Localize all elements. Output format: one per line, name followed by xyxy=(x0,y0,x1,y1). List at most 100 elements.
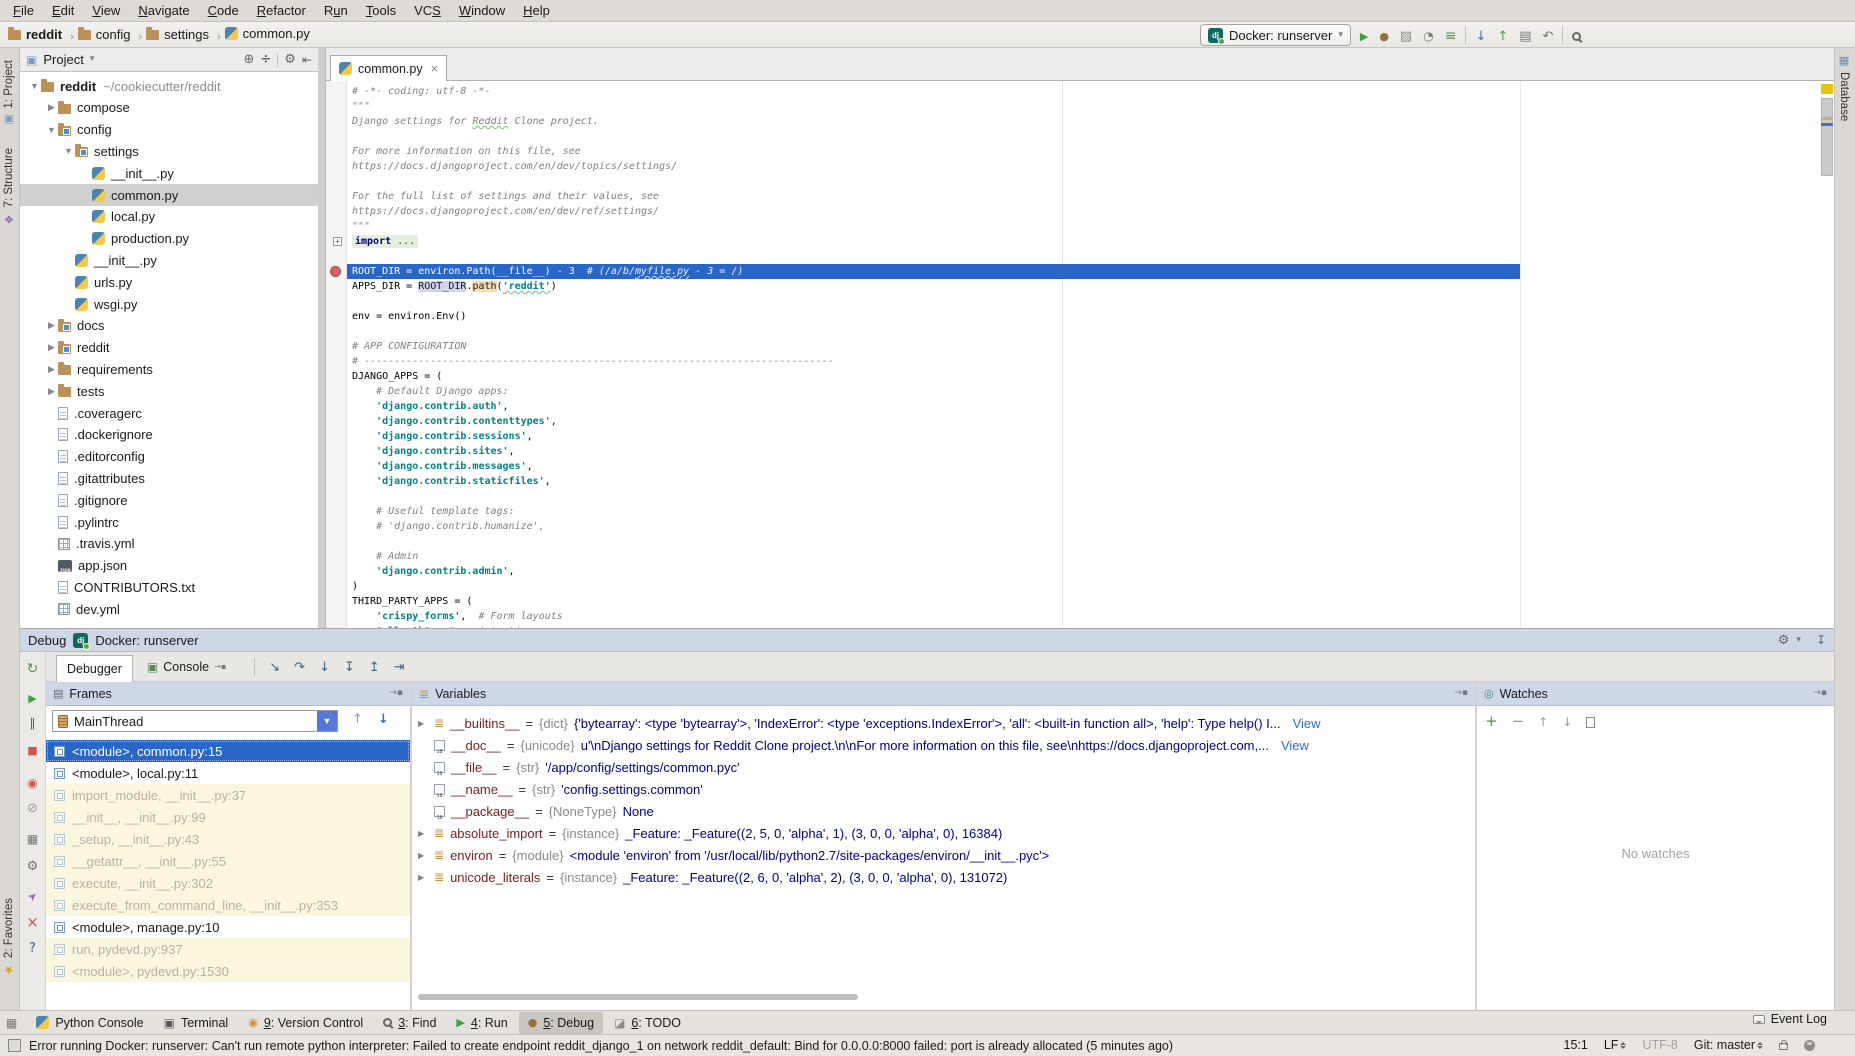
step-out-icon[interactable]: ↥ xyxy=(369,659,380,674)
tool-strip-button-1-project[interactable]: ▣1: Project xyxy=(3,60,15,127)
force-step-into-icon[interactable]: ↧ xyxy=(344,659,355,674)
variable-row-__doc__[interactable]: __doc__={unicode}u'\nDjango settings for… xyxy=(412,734,1475,756)
collapse-all-icon[interactable]: ÷ xyxy=(260,53,271,66)
tree-item-dev-yml[interactable]: dev.yml xyxy=(20,598,318,620)
tab-common-py[interactable]: common.py × xyxy=(330,55,447,81)
settings-icon[interactable]: ⚙ xyxy=(1778,634,1790,647)
breadcrumb-item-config[interactable]: config xyxy=(78,27,131,42)
menu-view[interactable]: View xyxy=(83,3,129,18)
tool-strip-button-7-structure[interactable]: ❖7: Structure xyxy=(3,148,15,225)
frame-row[interactable]: <module>, manage.py:10 xyxy=(46,916,410,938)
menu-file[interactable]: File xyxy=(4,3,43,18)
thread-selector[interactable]: MainThread ▼ xyxy=(52,710,338,732)
frame-row[interactable]: execute_from_command_line, __init__.py:3… xyxy=(46,894,410,916)
tree-item-wsgi-py[interactable]: wsgi.py xyxy=(20,293,318,315)
expand-arrow-icon[interactable]: ▶ xyxy=(45,102,58,113)
tree-item--pylintrc[interactable]: .pylintrc xyxy=(20,511,318,533)
line-ending-widget[interactable]: LF xyxy=(1604,1038,1627,1052)
move-up-icon[interactable]: ↑ xyxy=(1538,714,1548,729)
tree-item--dockerignore[interactable]: .dockerignore xyxy=(20,424,318,446)
tree-item--gitattributes[interactable]: .gitattributes xyxy=(20,467,318,489)
menu-window[interactable]: Window xyxy=(450,3,514,18)
breakpoint-stripe-mark[interactable] xyxy=(1821,117,1833,120)
tree-item-settings[interactable]: ▼settings xyxy=(20,140,318,162)
collapse-arrow-icon[interactable]: ▼ xyxy=(62,146,75,156)
lock-icon[interactable] xyxy=(1779,1043,1788,1050)
frame-row[interactable]: run, pydevd.py:937 xyxy=(46,938,410,960)
menu-code[interactable]: Code xyxy=(199,3,248,18)
coverage-icon[interactable]: ▨ xyxy=(1400,27,1412,42)
variable-row-absolute_import[interactable]: ▶≣absolute_import={instance}_Feature: _F… xyxy=(412,822,1475,844)
menu-help[interactable]: Help xyxy=(514,3,559,18)
fold-expand-icon[interactable]: + xyxy=(333,237,342,246)
toolwindow-tab-python-console[interactable]: Python Console xyxy=(27,1012,152,1034)
tree-item-CONTRIBUTORS-txt[interactable]: CONTRIBUTORS.txt xyxy=(20,576,318,598)
breadcrumb-item-reddit[interactable]: reddit xyxy=(8,27,62,42)
vcs-update-icon[interactable]: ↓ xyxy=(1475,27,1486,42)
stop-icon[interactable]: ■ xyxy=(20,742,45,757)
tool-switcher-icon[interactable]: ▦ xyxy=(6,1017,17,1029)
horizontal-scrollbar[interactable] xyxy=(418,994,858,1000)
variable-row-__name__[interactable]: __name__={str}'config.settings.common' xyxy=(412,778,1475,800)
git-branch-widget[interactable]: Git: master xyxy=(1694,1038,1763,1052)
profiler-icon[interactable]: ◔ xyxy=(1423,28,1433,43)
menu-navigate[interactable]: Navigate xyxy=(129,3,198,18)
tree-item-tests[interactable]: ▶tests xyxy=(20,380,318,402)
variable-row-__file__[interactable]: __file__={str}'/app/config/settings/comm… xyxy=(412,756,1475,778)
tree-item-config[interactable]: ▼config xyxy=(20,119,318,141)
tool-strip-button-2-favorites[interactable]: ★2: Favorites xyxy=(3,898,15,977)
expand-arrow-icon[interactable]: ▶ xyxy=(45,364,58,375)
hide-panel-icon[interactable]: →▪ xyxy=(389,689,403,698)
breakpoint-icon[interactable] xyxy=(330,266,341,277)
toolwindow-tab-find[interactable]: 3: Find xyxy=(374,1012,445,1034)
tree-item-docs[interactable]: ▶docs xyxy=(20,315,318,337)
add-watch-icon[interactable]: + xyxy=(1485,713,1498,729)
debug-icon[interactable]: ● xyxy=(1379,28,1389,43)
shelve-icon[interactable]: ▤ xyxy=(1519,27,1531,42)
tab-console[interactable]: ▣Console→▪ xyxy=(137,655,236,679)
vcs-commit-icon[interactable]: ↑ xyxy=(1497,27,1508,42)
expand-arrow-icon[interactable]: ▶ xyxy=(418,873,428,882)
tree-item--travis-yml[interactable]: .travis.yml xyxy=(20,533,318,555)
variable-row-__builtins__[interactable]: ▶≣__builtins__={dict}{'bytearray': <type… xyxy=(412,712,1475,734)
caret-position[interactable]: 15:1 xyxy=(1564,1038,1588,1052)
hide-panel-icon[interactable]: ↧ xyxy=(1816,634,1826,646)
editor-gutter[interactable]: + xyxy=(326,81,347,628)
hide-panel-icon[interactable]: →▪ xyxy=(1813,689,1827,698)
tree-item-requirements[interactable]: ▶requirements xyxy=(20,358,318,380)
frame-row[interactable]: <module>, local.py:11 xyxy=(46,762,410,784)
expand-arrow-icon[interactable]: ▶ xyxy=(45,342,58,353)
run-icon[interactable]: ▶ xyxy=(1360,28,1368,43)
search-icon[interactable] xyxy=(1572,28,1581,43)
frame-row[interactable]: <module>, common.py:15 xyxy=(46,740,410,762)
tree-item-app-json[interactable]: app.json xyxy=(20,555,318,577)
tree-item-urls-py[interactable]: urls.py xyxy=(20,271,318,293)
duplicate-icon[interactable] xyxy=(1586,714,1595,729)
restore-layout-icon[interactable]: ▦ xyxy=(20,830,45,845)
hide-side-icon[interactable]: ⇤ xyxy=(302,54,312,66)
frame-row[interactable]: <module>, pydevd.py:1530 xyxy=(46,960,410,982)
expand-arrow-icon[interactable]: ▶ xyxy=(418,851,428,860)
close-debug-icon[interactable]: × xyxy=(20,914,45,930)
encoding-widget[interactable]: UTF-8 xyxy=(1642,1038,1677,1052)
frame-row[interactable]: __init__, __init__.py:99 xyxy=(46,806,410,828)
step-over-icon[interactable]: ↷ xyxy=(294,659,305,674)
move-down-icon[interactable]: ↓ xyxy=(1562,714,1572,729)
variable-row-environ[interactable]: ▶≣environ={module}<module 'environ' from… xyxy=(412,844,1475,866)
run-config-selector[interactable]: dj Docker: runserver ▾ xyxy=(1200,24,1351,46)
tree-item-__init__-py[interactable]: __init__.py xyxy=(20,249,318,271)
collapse-arrow-icon[interactable]: ▼ xyxy=(28,81,41,91)
status-message[interactable]: Error running Docker: runserver: Can't r… xyxy=(29,1039,1173,1053)
settings-icon[interactable]: ⚙ xyxy=(284,53,296,66)
code-editor[interactable]: # -*- coding: utf-8 -*-"""Django setting… xyxy=(326,81,1834,628)
tree-item--editorconfig[interactable]: .editorconfig xyxy=(20,446,318,468)
expand-arrow-icon[interactable]: ▶ xyxy=(45,320,58,331)
toolwindow-tab-run[interactable]: ▶4: Run xyxy=(447,1012,516,1034)
tree-item--coveragerc[interactable]: .coveragerc xyxy=(20,402,318,424)
resume-icon[interactable]: ▶ xyxy=(20,690,45,705)
breadcrumb-item-settings[interactable]: settings xyxy=(146,27,209,42)
toolwindow-tab-todo[interactable]: ◪6: TODO xyxy=(605,1012,690,1034)
toolwindow-tab-terminal[interactable]: ▣Terminal xyxy=(155,1012,238,1034)
run-to-cursor-icon[interactable]: ⇥ xyxy=(394,659,405,674)
menu-vcs[interactable]: VCS xyxy=(405,3,450,18)
